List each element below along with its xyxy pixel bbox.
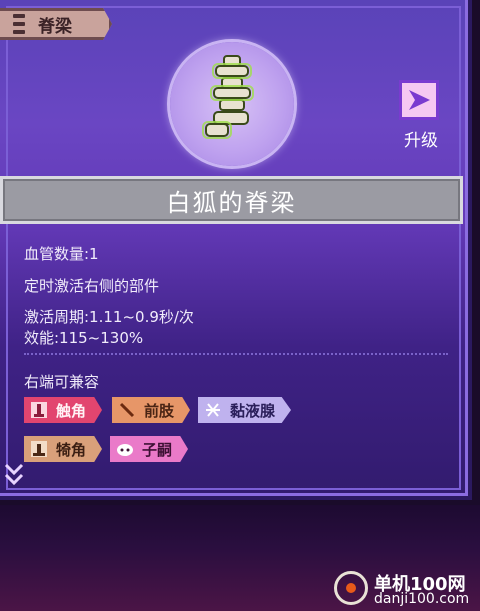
- item-name: 白狐的脊梁: [166, 188, 297, 217]
- trigger-description: 定时激活右侧的部件: [24, 277, 160, 295]
- horn-icon: [31, 441, 47, 457]
- scroll-down-icon[interactable]: [3, 461, 25, 491]
- tag-label: 前肢: [144, 401, 175, 420]
- blood-vessel-count: 血管数量:1: [24, 245, 99, 263]
- upgrade-button[interactable]: [399, 80, 439, 120]
- mucus-gland-icon: [206, 403, 220, 417]
- category-tab-label: 脊梁: [38, 16, 72, 37]
- efficacy: 效能:115~130%: [24, 329, 144, 347]
- compat-tag-offspring: 子嗣: [110, 436, 189, 462]
- compatibility-heading: 右端可兼容: [24, 373, 100, 391]
- spine-item-icon: [202, 55, 254, 139]
- item-portrait: [170, 42, 294, 166]
- spine-category-icon: [10, 14, 28, 34]
- compat-tag-mucus-gland: 黏液腺: [198, 397, 292, 423]
- tentacle-icon: [31, 402, 47, 418]
- offspring-icon: [117, 444, 133, 456]
- forelimb-icon: [119, 402, 135, 418]
- upgrade-label: 升级: [404, 131, 438, 151]
- arrow-right-icon: [409, 90, 430, 110]
- compat-tag-forelimb: 前肢: [112, 397, 191, 423]
- tag-label: 子嗣: [142, 440, 173, 459]
- tag-label: 黏液腺: [230, 401, 276, 420]
- upgrade-control[interactable]: 升级: [399, 80, 443, 160]
- watermark-logo-icon: [334, 571, 368, 605]
- watermark: 单机100网 danji100.com: [334, 569, 474, 609]
- activation-period: 激活周期:1.11~0.9秒/次: [24, 308, 194, 326]
- divider: [24, 353, 448, 355]
- tag-label: 犄角: [56, 440, 87, 459]
- category-tab: 脊梁: [0, 8, 112, 40]
- item-name-bar: 白狐的脊梁: [0, 176, 463, 224]
- watermark-line2: danji100.com: [374, 591, 470, 607]
- tag-label: 触角: [56, 401, 87, 420]
- compat-tag-horn: 犄角: [24, 436, 103, 462]
- compat-tag-tentacle: 触角: [24, 397, 103, 423]
